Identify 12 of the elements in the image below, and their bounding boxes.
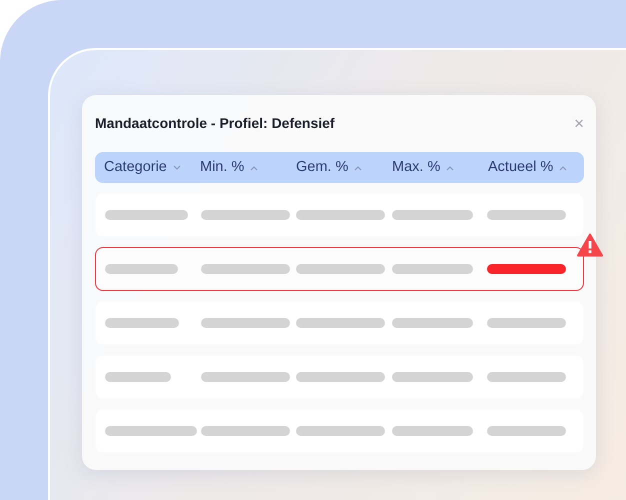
placeholder-bar — [105, 372, 171, 382]
column-header[interactable]: Categorie — [104, 156, 200, 178]
table-row[interactable] — [95, 193, 584, 237]
flagged-row[interactable] — [95, 247, 584, 291]
dialog-title: Mandaatcontrole - Profiel: Defensief — [95, 114, 335, 133]
column-header[interactable]: Actueel % — [488, 156, 584, 178]
column-header[interactable]: Max. % — [392, 156, 488, 178]
column-header[interactable]: Min. % — [200, 156, 296, 178]
table-row[interactable] — [95, 301, 584, 345]
column-header[interactable]: Gem. % — [296, 156, 392, 178]
table-row[interactable] — [95, 355, 584, 399]
table-row[interactable] — [95, 409, 584, 453]
